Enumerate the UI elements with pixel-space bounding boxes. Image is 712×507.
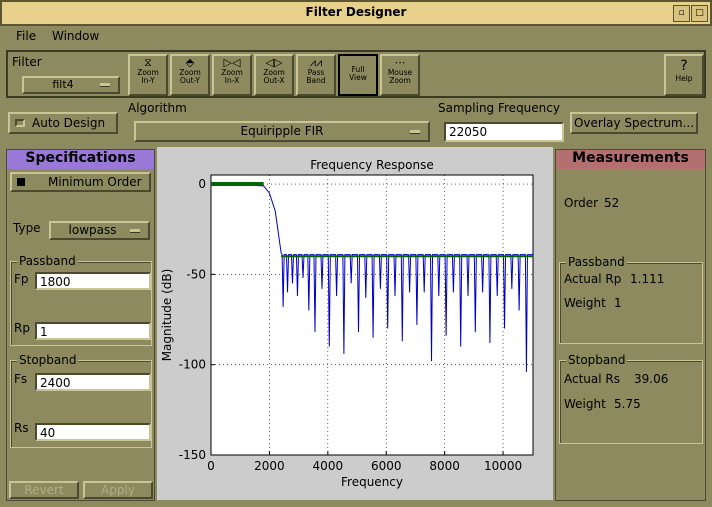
frequency-response-chart[interactable]: 0 2000 4000 6000 8000 10000 0 -50 -100 -150 Freque… — [157, 147, 553, 500]
order-value: 52 — [604, 196, 620, 210]
tool-label-line2: Out-Y — [180, 76, 200, 85]
x-tick-label: 10000 — [484, 459, 522, 473]
zoom-in-x-button[interactable]: ▷◁ Zoom In-X — [212, 54, 252, 96]
fs-label: Fs — [14, 372, 28, 386]
help-label: Help — [675, 74, 693, 83]
sampling-frequency-input[interactable]: 22050 — [444, 122, 564, 142]
x-axis-label: Frequency — [341, 475, 403, 489]
chevron-down-icon — [130, 228, 140, 233]
algorithm-select[interactable]: Equiripple FIR — [134, 121, 430, 142]
measured-stopband-group: Stopband Actual Rs 39.06 Weight 5.75 — [559, 353, 703, 444]
full-view-button[interactable]: Full View — [338, 54, 378, 96]
type-select[interactable]: lowpass — [49, 221, 150, 240]
fp-input[interactable]: 1800 — [35, 272, 151, 290]
y-tick-label: -100 — [179, 358, 206, 372]
stopband-group: Stopband Fs 2400 Rs 40 — [10, 353, 152, 448]
tool-label-line2: Zoom — [389, 76, 411, 85]
measured-passband-group: Passband Actual Rp 1.111 Weight 1 — [559, 255, 703, 344]
rs-input[interactable]: 40 — [35, 423, 151, 441]
help-icon: ? — [680, 58, 688, 74]
tool-label-line2: Out-X — [263, 76, 285, 85]
menu-file[interactable]: File — [16, 29, 36, 43]
actual-rp-label: Actual Rp — [564, 272, 622, 286]
algorithm-select-value: Equiripple FIR — [240, 124, 324, 138]
zoom-out-x-button[interactable]: ◁▷ Zoom Out-X — [254, 54, 294, 96]
passband-group: Passband Fp 1800 Rp 1 — [10, 254, 152, 346]
rp-input[interactable]: 1 — [35, 322, 151, 340]
fp-label: Fp — [14, 272, 29, 286]
weight-label: Weight — [564, 296, 606, 310]
type-label: Type — [13, 221, 41, 235]
specifications-header: Specifications — [7, 150, 154, 169]
plot-panel: 0 2000 4000 6000 8000 10000 0 -50 -100 -150 Freque… — [157, 147, 553, 500]
minimize-button[interactable]: ▫ — [673, 5, 690, 22]
weight-value: 5.75 — [614, 397, 641, 411]
actual-rp-value: 1.111 — [630, 272, 665, 286]
tool-label-line2: In-X — [224, 76, 240, 85]
order-label: Order — [564, 196, 599, 210]
help-button[interactable]: ? Help — [664, 54, 704, 96]
algorithm-label: Algorithm — [128, 101, 187, 115]
actual-rs-label: Actual Rs — [564, 372, 620, 386]
apply-button[interactable]: Apply — [83, 481, 153, 499]
chart-title: Frequency Response — [310, 158, 433, 172]
zoom-in-y-button[interactable]: ⧖ Zoom In-Y — [128, 54, 168, 96]
y-axis-label: Magnitude (dB) — [160, 269, 174, 362]
window-title: Filter Designer — [305, 5, 407, 19]
filter-select[interactable]: filt4 — [22, 76, 120, 94]
tool-label-line2: In-Y — [141, 76, 155, 85]
actual-rs-value: 39.06 — [634, 372, 669, 386]
tool-label-line2: Band — [306, 76, 326, 85]
menu-bar: File Window — [2, 26, 710, 48]
plot-area — [210, 174, 534, 456]
y-tick-label: -50 — [186, 267, 206, 281]
toolbar: Filter filt4 ⧖ Zoom In-Y ⬘ Zoom Out-Y ▷◁ Zoom In… — [6, 50, 706, 98]
rp-label: Rp — [14, 321, 30, 335]
auto-design-label: Auto Design — [32, 116, 106, 130]
revert-button[interactable]: Revert — [9, 481, 79, 499]
checkbox-icon — [15, 119, 25, 127]
overlay-spectrum-button[interactable]: Overlay Spectrum... — [570, 112, 698, 134]
x-tick-label: 8000 — [429, 459, 460, 473]
measured-stopband-title: Stopband — [566, 353, 628, 367]
title-bar[interactable]: Filter Designer ▫ □ — [0, 0, 712, 26]
chevron-down-icon — [100, 83, 110, 87]
mouse-zoom-button[interactable]: ⋯ Mouse Zoom — [380, 54, 420, 96]
weight-value: 1 — [614, 296, 622, 310]
maximize-button[interactable]: □ — [691, 5, 708, 22]
filter-label: Filter — [12, 55, 42, 69]
rs-label: Rs — [14, 421, 29, 435]
y-tick-label: -150 — [179, 448, 206, 462]
y-tick-label: 0 — [198, 177, 206, 191]
minimum-order-label: Minimum Order — [48, 175, 142, 189]
weight-label: Weight — [564, 397, 606, 411]
chevron-down-icon — [410, 129, 420, 134]
filter-select-value: filt4 — [52, 78, 74, 91]
measured-passband-title: Passband — [566, 255, 627, 269]
specifications-panel: Specifications Minimum Order Type lowpas… — [6, 149, 155, 501]
zoom-out-y-button[interactable]: ⬘ Zoom Out-Y — [170, 54, 210, 96]
tool-label-line2: View — [349, 73, 367, 82]
sampling-frequency-label: Sampling Frequency — [438, 101, 560, 115]
x-tick-label: 4000 — [313, 459, 344, 473]
x-tick-label: 2000 — [254, 459, 285, 473]
x-tick-label: 6000 — [371, 459, 402, 473]
passband-title: Passband — [17, 254, 78, 268]
pass-band-button[interactable]: ⩘⩘ Pass Band — [296, 54, 336, 96]
menu-window[interactable]: Window — [52, 29, 99, 43]
auto-design-toggle[interactable]: Auto Design — [8, 112, 118, 134]
measurements-panel: Measurements Order 52 Passband Actual Rp… — [555, 149, 706, 501]
type-select-value: lowpass — [68, 223, 117, 237]
measurements-header: Measurements — [556, 150, 705, 169]
fs-input[interactable]: 2400 — [35, 373, 151, 391]
checkbox-icon — [17, 178, 25, 186]
x-tick-label: 0 — [207, 459, 215, 473]
stopband-title: Stopband — [17, 353, 79, 367]
minimum-order-toggle[interactable]: Minimum Order — [10, 172, 151, 192]
